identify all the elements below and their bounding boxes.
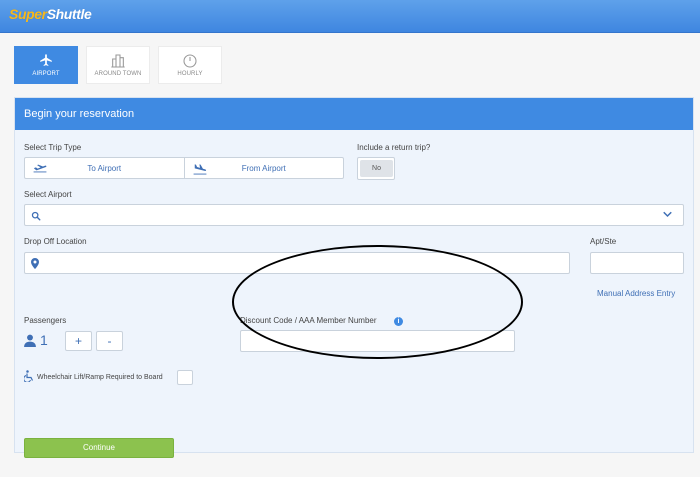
airport-label: Select Airport [24, 190, 72, 199]
discount-label: Discount Code / AAA Member Number [240, 316, 377, 325]
reservation-card: Begin your reservation [14, 97, 694, 453]
apt-label: Apt/Ste [590, 237, 617, 246]
from-airport-label: From Airport [241, 163, 286, 173]
discount-code-input[interactable] [240, 330, 515, 352]
passengers-minus-button[interactable]: - [96, 331, 123, 351]
buildings-icon [110, 53, 126, 69]
airport-select[interactable] [24, 204, 684, 226]
tab-airport-label: AIRPORT [32, 71, 60, 77]
wheelchair-icon [24, 370, 34, 382]
trip-type-selector: To Airport From Airport [24, 157, 344, 179]
person-icon [24, 334, 36, 347]
passengers-count: 1 [40, 332, 48, 348]
info-icon[interactable]: i [394, 317, 403, 326]
trip-type-label: Select Trip Type [24, 143, 82, 152]
location-pin-icon [31, 258, 39, 269]
card-title: Begin your reservation [15, 98, 693, 130]
return-trip-no: No [360, 160, 393, 177]
tab-around-town-label: AROUND TOWN [94, 71, 142, 77]
chevron-down-icon [663, 211, 672, 218]
supershuttle-logo[interactable]: SuperShuttle [9, 6, 92, 22]
wheelchair-checkbox[interactable] [177, 370, 193, 385]
apt-input[interactable] [590, 252, 684, 274]
continue-button[interactable]: Continue [24, 438, 174, 458]
dropoff-input[interactable] [24, 252, 570, 274]
wheelchair-label: Wheelchair Lift/Ramp Required to Board [37, 374, 163, 381]
search-icon [31, 211, 41, 221]
top-bar: SuperShuttle [0, 0, 700, 33]
to-airport-option[interactable]: To Airport [25, 158, 184, 178]
tab-around-town[interactable]: AROUND TOWN [86, 46, 150, 84]
airplane-icon [39, 53, 53, 69]
tab-airport[interactable]: AIRPORT [14, 46, 78, 84]
tab-hourly[interactable]: HOURLY [158, 46, 222, 84]
from-airport-option[interactable]: From Airport [183, 158, 344, 178]
return-trip-label: Include a return trip? [357, 143, 431, 152]
dropoff-label: Drop Off Location [24, 237, 87, 246]
to-airport-label: To Airport [87, 163, 122, 173]
tab-hourly-label: HOURLY [177, 71, 203, 77]
return-trip-toggle[interactable]: No [357, 157, 395, 180]
passengers-label: Passengers [24, 316, 67, 325]
passengers-plus-button[interactable]: + [65, 331, 92, 351]
manual-address-link[interactable]: Manual Address Entry [597, 289, 675, 298]
clock-icon [182, 53, 198, 69]
